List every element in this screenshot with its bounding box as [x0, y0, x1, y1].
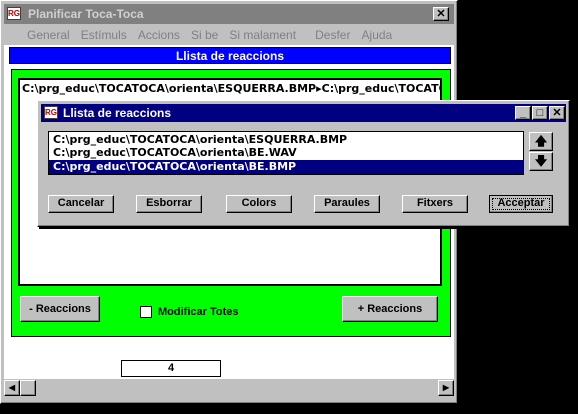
dialog-title: Llista de reaccions [63, 106, 172, 120]
dialog-title-bar[interactable]: RG Llista de reaccions _ □ ✕ [41, 104, 566, 122]
list-item[interactable]: C:\prg_educ\TOCATOCA\orienta\BE.WAV [53, 146, 297, 159]
scroll-left-icon[interactable]: ◀ [4, 380, 20, 396]
menu-estimuls[interactable]: Estímuls [81, 28, 127, 42]
colors-button[interactable]: Colors [226, 195, 292, 213]
menu-general[interactable]: General [27, 28, 70, 42]
remove-reactions-button[interactable]: - Reaccions [20, 296, 100, 322]
maximize-icon[interactable]: □ [532, 106, 548, 120]
menu-si-be[interactable]: Si be [191, 28, 218, 42]
dialog-close-icon[interactable]: ✕ [549, 106, 565, 120]
cancel-button[interactable]: Cancelar [48, 195, 114, 213]
modify-all-label: Modificar Totes [158, 306, 239, 318]
main-window-title: Planificar Toca-Toca [28, 7, 144, 21]
app-icon[interactable]: RG [7, 7, 21, 20]
words-button[interactable]: Paraules [314, 195, 380, 213]
delete-button[interactable]: Esborrar [136, 195, 202, 213]
menu-desfer[interactable]: Desfer [315, 28, 350, 42]
dialog-app-icon[interactable]: RG [44, 106, 58, 119]
list-item-label: C:\prg_educ\TOCATOCA\orienta\BE.BMP [53, 160, 297, 173]
add-reactions-button[interactable]: + Reaccions [342, 296, 438, 322]
reactions-dialog: RG Llista de reaccions _ □ ✕ C:\prg_educ… [37, 100, 570, 227]
horizontal-scrollbar[interactable]: ◀ ▶ [4, 380, 454, 396]
counter-field: 4 [121, 360, 221, 377]
list-item-selected[interactable]: C:\prg_educ\TOCATOCA\orienta\BE.BMP [49, 160, 523, 174]
menu-ajuda[interactable]: Ajuda [362, 28, 393, 42]
files-button[interactable]: Fitxers [402, 195, 468, 213]
close-icon[interactable]: ✕ [433, 7, 449, 21]
scroll-thumb[interactable] [20, 380, 36, 396]
modify-all-checkbox[interactable] [140, 306, 152, 318]
move-down-icon[interactable]: 🡇 [529, 152, 553, 171]
scroll-right-icon[interactable]: ▶ [438, 380, 454, 396]
move-up-icon[interactable]: 🡅 [529, 132, 553, 151]
menu-si-malament[interactable]: Si malament [229, 28, 296, 42]
dialog-reactions-list[interactable]: C:\prg_educ\TOCATOCA\orienta\ESQUERRA.BM… [48, 131, 524, 175]
reactions-list-row[interactable]: C:\prg_educ\TOCATOCA\orienta\ESQUERRA.BM… [22, 82, 440, 95]
main-title-bar[interactable]: RG Planificar Toca-Toca ✕ [4, 4, 454, 24]
list-banner: Llista de reaccions [9, 47, 451, 64]
minimize-icon[interactable]: _ [515, 106, 531, 120]
accept-button[interactable]: Acceptar [489, 195, 553, 213]
list-item[interactable]: C:\prg_educ\TOCATOCA\orienta\ESQUERRA.BM… [53, 133, 347, 146]
menu-bar: General Estímuls Accions Si be Si malame… [27, 28, 447, 44]
menu-accions[interactable]: Accions [138, 28, 180, 42]
